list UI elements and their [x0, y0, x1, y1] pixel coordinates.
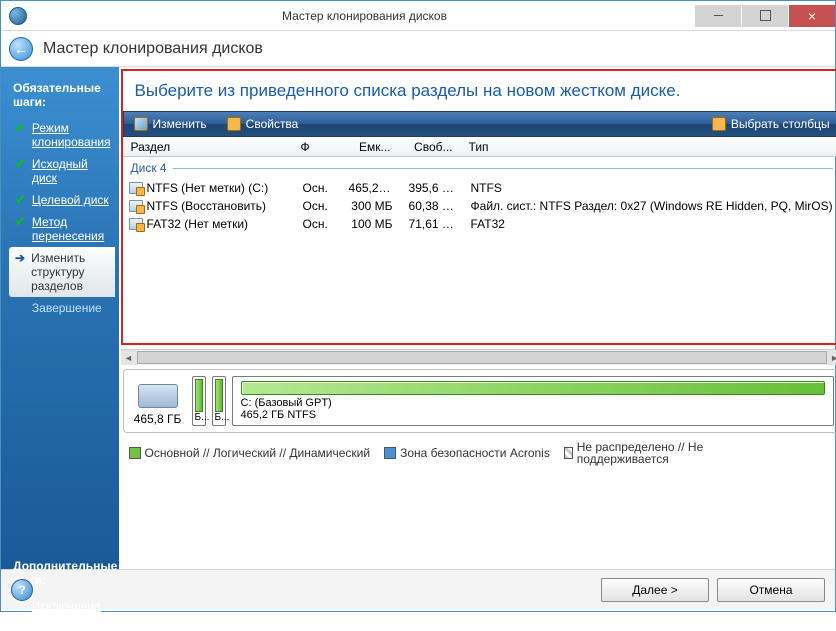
toolbar: Изменить Свойства Выбрать столбцы	[123, 111, 836, 137]
highlight-box: Выберите из приведенного списка разделы …	[121, 69, 836, 345]
columns-icon	[712, 117, 726, 131]
step-source-disk[interactable]: ✔ Исходный диск	[9, 153, 115, 189]
disk-icon	[138, 384, 178, 408]
minimize-button[interactable]	[695, 5, 741, 27]
col-capacity[interactable]: Емк...	[339, 140, 399, 154]
check-icon: ✔	[15, 157, 26, 171]
volume-icon	[129, 200, 143, 212]
col-free[interactable]: Своб...	[399, 140, 461, 154]
back-button[interactable]: ←	[9, 37, 33, 61]
step-change-structure[interactable]: ➔ Изменить структуру разделов	[9, 247, 115, 297]
arrow-right-icon: ➔	[15, 251, 25, 265]
disk-group-header[interactable]: Диск 4	[123, 157, 836, 179]
scroll-right-icon[interactable]: ►	[827, 350, 836, 365]
sidebar: Обязательные шаги: ✔ Режим клонирования …	[1, 67, 119, 569]
scroll-left-icon[interactable]: ◄	[121, 350, 137, 365]
legend: Основной // Логический // Динамический З…	[119, 433, 836, 473]
sidebar-section-mandatory: Обязательные шаги:	[13, 81, 119, 109]
legend-primary-icon	[129, 447, 141, 459]
table-row[interactable]: NTFS (Нет метки) (C:) Осн. 465,2 ГБ 395,…	[123, 179, 836, 197]
properties-icon	[227, 117, 241, 131]
step-clone-mode[interactable]: ✔ Режим клонирования	[9, 117, 115, 153]
step-transfer-method[interactable]: ✔ Метод перенесения	[9, 211, 115, 247]
table-header: Раздел Ф Емк... Своб... Тип	[123, 137, 836, 157]
choose-columns-button[interactable]: Выбрать столбцы	[702, 112, 836, 136]
cancel-button[interactable]: Отмена	[717, 578, 825, 602]
check-icon: ✔	[15, 121, 26, 135]
legend-unalloc-icon	[564, 447, 573, 459]
table-row[interactable]: NTFS (Восстановить) Осн. 300 МБ 60,38 МБ…	[123, 197, 836, 215]
edit-button[interactable]: Изменить	[124, 112, 217, 136]
pencil-icon	[134, 117, 148, 131]
partition-bar-small[interactable]: Б...	[212, 376, 226, 426]
col-partition[interactable]: Раздел	[123, 140, 293, 154]
properties-button[interactable]: Свойства	[217, 112, 309, 136]
volume-icon	[129, 218, 143, 230]
check-icon: ✔	[15, 215, 26, 229]
horizontal-scrollbar[interactable]: ◄ ►	[121, 349, 836, 365]
titlebar: Мастер клонирования дисков ×	[1, 1, 835, 31]
content-panel: Выберите из приведенного списка разделы …	[119, 67, 836, 569]
instruction-text: Выберите из приведенного списка разделы …	[123, 71, 836, 111]
next-button[interactable]: Далее >	[601, 578, 709, 602]
step-target-disk[interactable]: ✔ Целевой диск	[9, 189, 115, 211]
maximize-button[interactable]	[742, 5, 788, 27]
col-phi[interactable]: Ф	[293, 140, 339, 154]
partition-bar-main[interactable]: C: (Базовый GPT) 465,2 ГБ NTFS	[232, 376, 834, 426]
help-icon[interactable]: ?	[11, 579, 33, 601]
app-icon	[9, 7, 27, 25]
legend-zone-icon	[384, 447, 396, 459]
disk-layout: 465,8 ГБ Б... Б... C: (Базовый GPT) 465,…	[123, 369, 836, 433]
table-row[interactable]: FAT32 (Нет метки) Осн. 100 МБ 71,61 МБ F…	[123, 215, 836, 233]
wizard-header: ← Мастер клонирования дисков	[1, 31, 835, 67]
col-type[interactable]: Тип	[461, 140, 836, 154]
check-icon: ✔	[15, 193, 26, 207]
partition-bar-small[interactable]: Б...	[192, 376, 206, 426]
disk-icon-box: 465,8 ГБ	[130, 376, 186, 426]
window-title: Мастер клонирования дисков	[35, 9, 694, 23]
scroll-thumb[interactable]	[137, 351, 827, 364]
footer: ? Далее > Отмена	[1, 569, 835, 609]
wizard-title: Мастер клонирования дисков	[43, 40, 263, 58]
close-button[interactable]: ×	[789, 5, 835, 27]
step-finish: ✔ Завершение	[9, 297, 115, 319]
volume-icon	[129, 182, 143, 194]
